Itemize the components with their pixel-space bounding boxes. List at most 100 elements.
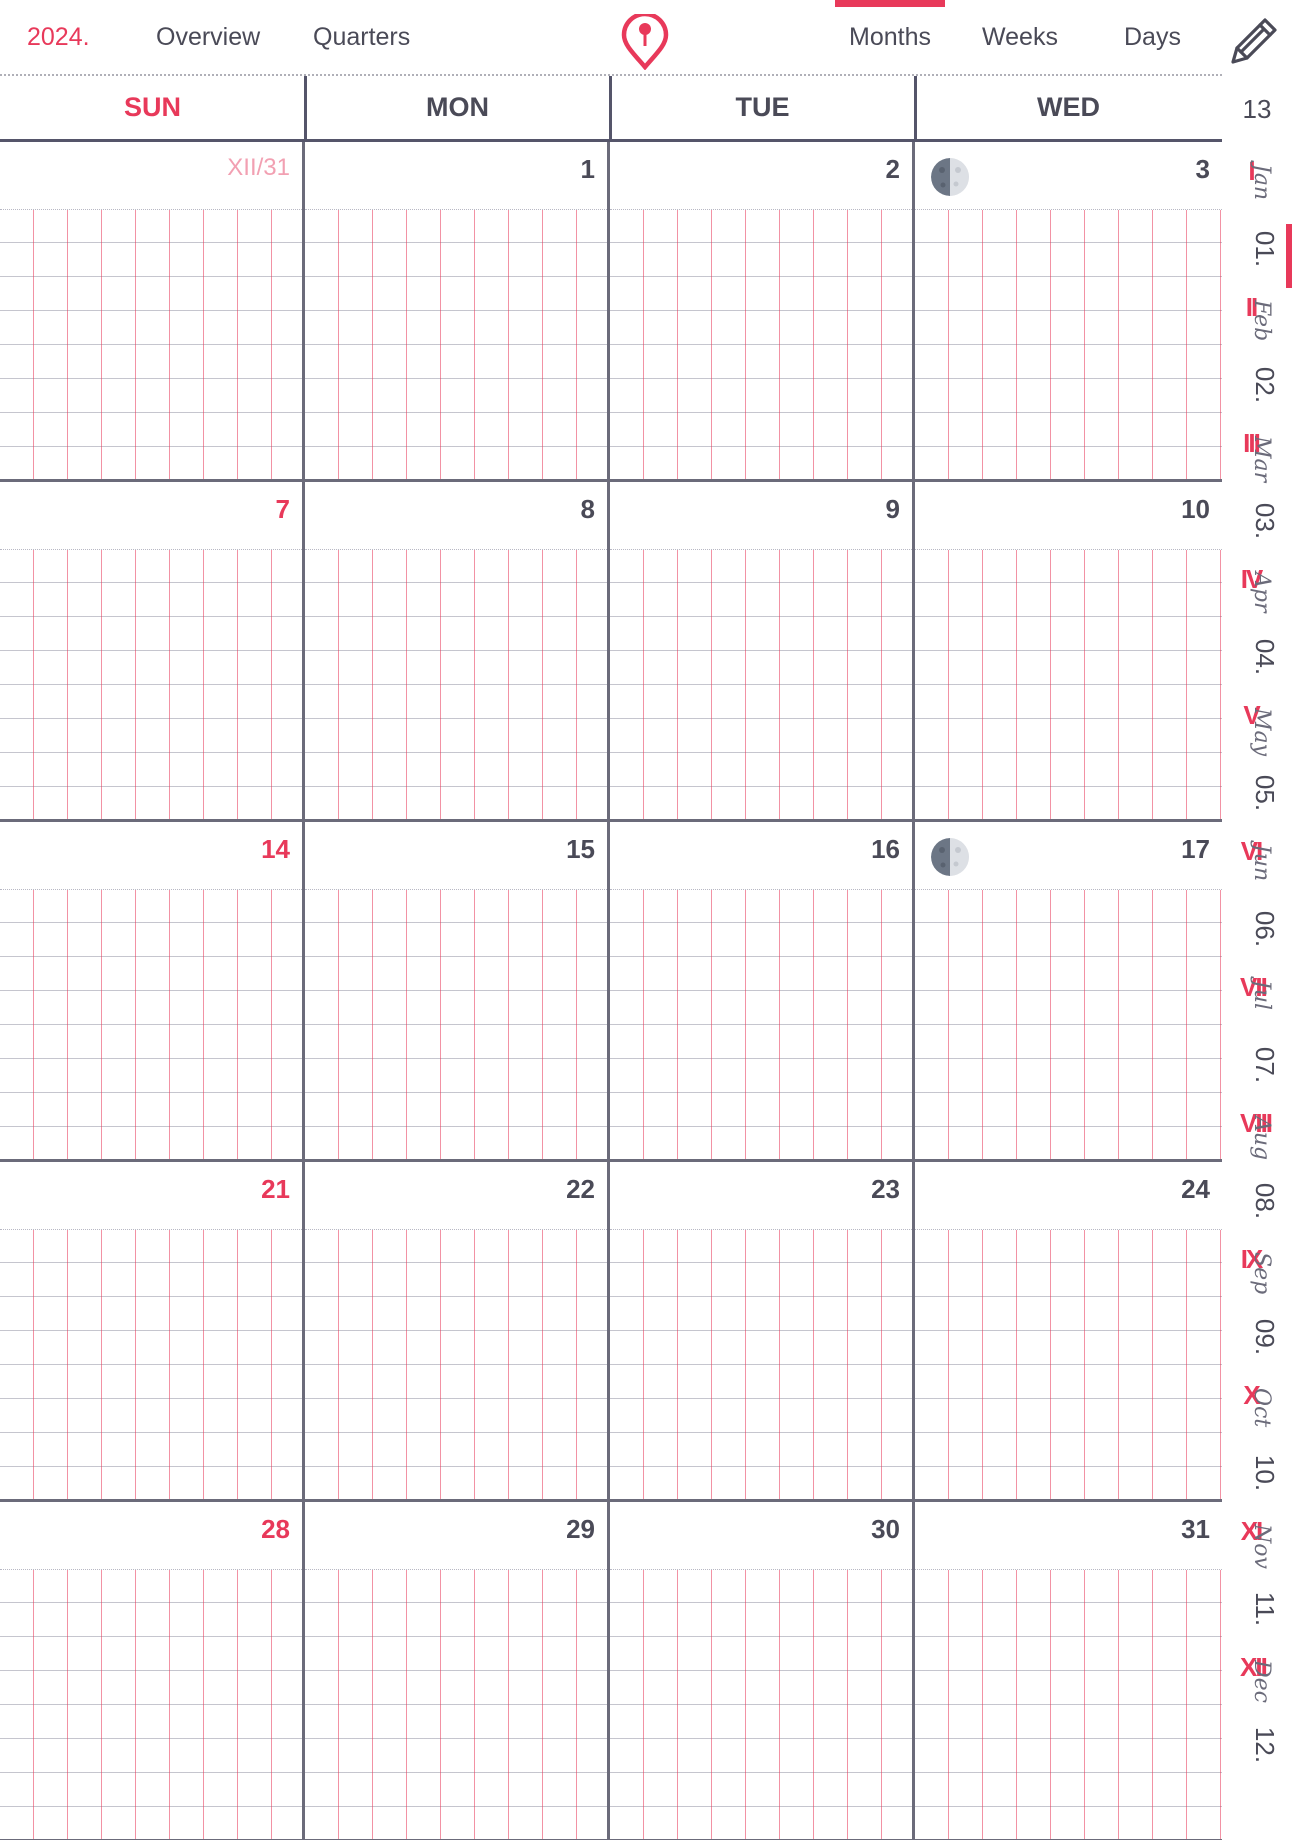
tab-days[interactable]: Days <box>1124 20 1181 54</box>
month-tab[interactable]: VIII Aug 08. <box>1222 1108 1292 1244</box>
day-cell[interactable]: 16 <box>610 822 915 1159</box>
day-cell[interactable]: 23 <box>610 1162 915 1499</box>
month-number: 09. <box>1250 1318 1280 1356</box>
day-number: 3 <box>1195 154 1210 184</box>
day-cell-header: 24 <box>915 1162 1222 1230</box>
month-script-name: Sep <box>1249 1252 1274 1295</box>
day-cell[interactable]: 21 <box>0 1162 305 1499</box>
location-pin-icon[interactable] <box>620 11 670 71</box>
tab-quarters[interactable]: Quarters <box>313 20 410 54</box>
month-number: 11. <box>1250 1591 1280 1627</box>
month-number: 07. <box>1250 1046 1280 1084</box>
tab-weeks[interactable]: Weeks <box>982 20 1058 54</box>
moon-last-quarter-icon <box>931 158 969 196</box>
day-cell[interactable]: 29 <box>305 1502 610 1839</box>
day-cell[interactable]: 2 <box>610 142 915 479</box>
day-cell[interactable]: 14 <box>0 822 305 1159</box>
day-number: 23 <box>871 1174 900 1204</box>
year-link[interactable]: 2024. <box>27 20 90 54</box>
weekday-header-wed: WED <box>1037 92 1100 122</box>
month-tab[interactable]: VII Jul 07. <box>1222 972 1292 1108</box>
weekday-header-sun: SUN <box>123 92 181 122</box>
month-script-name: Apr <box>1249 572 1274 613</box>
day-cell[interactable]: 24 <box>915 1162 1222 1499</box>
day-number: 10 <box>1181 494 1210 524</box>
day-number: 21 <box>261 1174 290 1204</box>
day-cell-header: 10 <box>915 482 1222 550</box>
day-cell[interactable]: 8 <box>305 482 610 819</box>
day-cell-header: 21 <box>0 1162 302 1230</box>
day-cell[interactable]: 15 <box>305 822 610 1159</box>
month-tab[interactable]: XII Dec 12. <box>1222 1652 1292 1788</box>
weekday-header-mon: MON <box>426 92 489 122</box>
day-cell[interactable]: 31 <box>915 1502 1222 1839</box>
day-cell[interactable]: 3 <box>915 142 1222 479</box>
day-cell[interactable]: 10 <box>915 482 1222 819</box>
day-number: 7 <box>275 494 290 524</box>
top-navigation: 2024. Overview Quarters Months Weeks Day… <box>0 0 1292 74</box>
day-cell[interactable]: XII/31 <box>0 142 305 479</box>
month-tab[interactable]: III Mar 03. <box>1222 428 1292 564</box>
month-tab[interactable]: I Jan 01. <box>1222 156 1292 292</box>
month-number: 10. <box>1250 1454 1280 1492</box>
day-cell-header: 22 <box>305 1162 607 1230</box>
day-cell-header: 29 <box>305 1502 607 1570</box>
column-divider <box>609 76 612 141</box>
month-number: 08. <box>1250 1182 1280 1220</box>
column-divider <box>304 76 307 141</box>
day-cell-header: 7 <box>0 482 302 550</box>
day-number: 16 <box>871 834 900 864</box>
month-calendar: SUN MON TUE WED XII/31 1 2 3 7 8 9 10 14 15 16 17 21… <box>0 74 1222 1840</box>
tab-overview[interactable]: Overview <box>156 20 260 54</box>
day-cell-header: 9 <box>610 482 912 550</box>
month-tab[interactable]: XI Nov 11. <box>1222 1516 1292 1652</box>
tab-months[interactable]: Months <box>849 20 931 54</box>
day-cell[interactable]: 30 <box>610 1502 915 1839</box>
day-number: 30 <box>871 1514 900 1544</box>
day-cell[interactable]: 22 <box>305 1162 610 1499</box>
month-script-name: Nov <box>1249 1524 1274 1569</box>
month-tab[interactable]: VI Jun 06. <box>1222 836 1292 972</box>
month-script-name: Jan <box>1249 164 1274 201</box>
day-cell-header: 8 <box>305 482 607 550</box>
day-cell[interactable]: 9 <box>610 482 915 819</box>
month-tab[interactable]: IX Sep 09. <box>1222 1244 1292 1380</box>
week-row: 28 29 30 31 <box>0 1502 1222 1840</box>
day-cell[interactable]: 28 <box>0 1502 305 1839</box>
day-cell[interactable]: 17 <box>915 822 1222 1159</box>
month-tab[interactable]: IV Apr 04. <box>1222 564 1292 700</box>
month-sidebar: 13 I Jan 01. II Feb 02. III Mar 03. IV Apr 04. V May 0… <box>1222 74 1292 1840</box>
day-number: 14 <box>261 834 290 864</box>
day-cell-header: 3 <box>915 142 1222 210</box>
month-script-name: May <box>1249 708 1274 757</box>
month-number: 04. <box>1250 638 1280 676</box>
week-number: 13 <box>1242 94 1272 124</box>
month-number: 12. <box>1250 1726 1280 1764</box>
day-number: XII/31 <box>227 154 290 181</box>
day-cell-header: 16 <box>610 822 912 890</box>
day-cell-header: 2 <box>610 142 912 210</box>
day-number: 24 <box>1181 1174 1210 1204</box>
day-cell-header: 14 <box>0 822 302 890</box>
day-cell-header: 31 <box>915 1502 1222 1570</box>
month-tab[interactable]: V May 05. <box>1222 700 1292 836</box>
day-number: 31 <box>1181 1514 1210 1544</box>
month-tab[interactable]: II Feb 02. <box>1222 292 1292 428</box>
day-number: 1 <box>580 154 595 184</box>
day-cell[interactable]: 7 <box>0 482 305 819</box>
day-number: 2 <box>885 154 900 184</box>
day-number: 9 <box>885 494 900 524</box>
day-cell-header: 17 <box>915 822 1222 890</box>
week-row: 7 8 9 10 <box>0 482 1222 822</box>
month-number: 01. <box>1250 230 1280 268</box>
day-number: 29 <box>566 1514 595 1544</box>
weekday-header-tue: TUE <box>735 92 790 122</box>
month-script-name: Jul <box>1249 980 1274 1011</box>
day-cell[interactable]: 1 <box>305 142 610 479</box>
day-number: 28 <box>261 1514 290 1544</box>
month-tab[interactable]: X Oct 10. <box>1222 1380 1292 1516</box>
week-row: 14 15 16 17 <box>0 822 1222 1162</box>
pencil-icon[interactable] <box>1225 12 1281 68</box>
month-script-name: Oct <box>1249 1388 1274 1428</box>
month-script-name: Feb <box>1249 300 1274 342</box>
